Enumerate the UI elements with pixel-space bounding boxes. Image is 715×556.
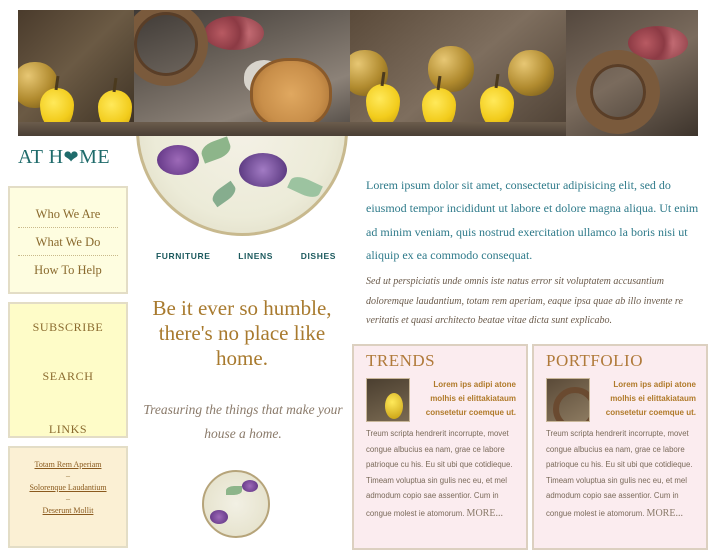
category-dishes[interactable]: DISHES [301, 251, 336, 261]
more-link[interactable]: MORE... [467, 508, 503, 519]
portfolio-thumbnail[interactable] [546, 378, 590, 422]
sub-tagline: Treasuring the things that make your hou… [143, 402, 343, 441]
category-furniture[interactable]: FURNITURE [156, 251, 211, 261]
site-logo[interactable]: AT H❤ME [18, 146, 126, 169]
banner-photo-pears [18, 10, 134, 136]
more-link[interactable]: MORE... [647, 508, 683, 519]
nav-item-who-we-are[interactable]: Who We Are [18, 200, 118, 228]
leaf [287, 172, 323, 202]
card-title: PORTFOLIO [546, 351, 643, 370]
card-body-text: Treum scripta hendrerit incorrupte, move… [546, 429, 693, 518]
leaf [198, 136, 234, 164]
header-banner [18, 10, 698, 136]
banner-photo-wreath [566, 10, 698, 136]
violet-flower [157, 145, 199, 175]
trends-card: TRENDS Lorem ips adipi atone molhis ei e… [352, 344, 528, 550]
category-linens[interactable]: LINENS [238, 251, 273, 261]
nav-item-how-to-help[interactable]: How To Help [18, 256, 118, 284]
tagline: Be it ever so humble, there's no place l… [152, 296, 332, 371]
main-nav: Who We Are What We Do How To Help [8, 186, 128, 294]
shelf [134, 122, 350, 136]
feature-links: SUBSCRIBE SEARCH LINKS [8, 302, 128, 438]
card-title: TRENDS [366, 351, 436, 370]
logo-text-suffix: ME [79, 146, 111, 168]
card-body: Treum scripta hendrerit incorrupte, move… [546, 426, 696, 524]
logo-text-prefix: AT H [18, 146, 64, 168]
subscribe-link[interactable]: SUBSCRIBE [10, 320, 126, 335]
card-body: Treum scripta hendrerit incorrupte, move… [366, 426, 516, 524]
violet-flower [239, 153, 287, 187]
leaf [226, 486, 242, 495]
trends-thumbnail[interactable] [366, 378, 410, 422]
link-totam-rem-aperiam[interactable]: Totam Rem Aperiam [10, 460, 126, 469]
card-body-text: Treum scripta hendrerit incorrupte, move… [366, 429, 513, 518]
link-list: Totam Rem Aperiam – Solorenque Laudantiu… [8, 446, 128, 548]
gold-apple-image [508, 50, 554, 96]
link-solorenque-laudantium[interactable]: Solorenque Laudantium [10, 483, 126, 492]
divider: – [66, 471, 70, 480]
links-link[interactable]: LINKS [10, 422, 126, 437]
pear-image [366, 84, 400, 126]
card-lead: Lorem ips adipi atone molhis ei elittaki… [605, 380, 696, 417]
banner-photo-hen [134, 10, 350, 136]
gold-apple-image [428, 46, 474, 92]
shelf [350, 122, 566, 136]
wreath-image [134, 10, 208, 86]
shelf [18, 122, 134, 136]
card-lead: Lorem ips adipi atone molhis ei elittaki… [425, 380, 516, 417]
category-nav: FURNITURE LINENS DISHES [156, 251, 336, 261]
leaf [209, 180, 239, 208]
divider: – [66, 494, 70, 503]
flowers-image [204, 16, 264, 50]
search-link[interactable]: SEARCH [10, 369, 126, 384]
violet-flower [242, 480, 258, 492]
intro-paragraph: Lorem ipsum dolor sit amet, consectetur … [366, 178, 699, 263]
nav-item-what-we-do[interactable]: What We Do [18, 228, 118, 256]
intro-secondary-paragraph: Sed ut perspiciatis unde omnis iste natu… [366, 276, 683, 326]
violet-flower [210, 510, 228, 524]
violet-plate-image [136, 136, 348, 238]
portfolio-card: PORTFOLIO Lorem ips adipi atone molhis e… [532, 344, 708, 550]
wreath-image [576, 50, 660, 134]
small-plate-image [202, 470, 270, 538]
wooden-plate-image [250, 58, 332, 130]
heart-icon: ❤ [63, 147, 80, 167]
link-deserunt-mollit[interactable]: Deserunt Mollit [10, 506, 126, 515]
banner-photo-apples [350, 10, 566, 136]
